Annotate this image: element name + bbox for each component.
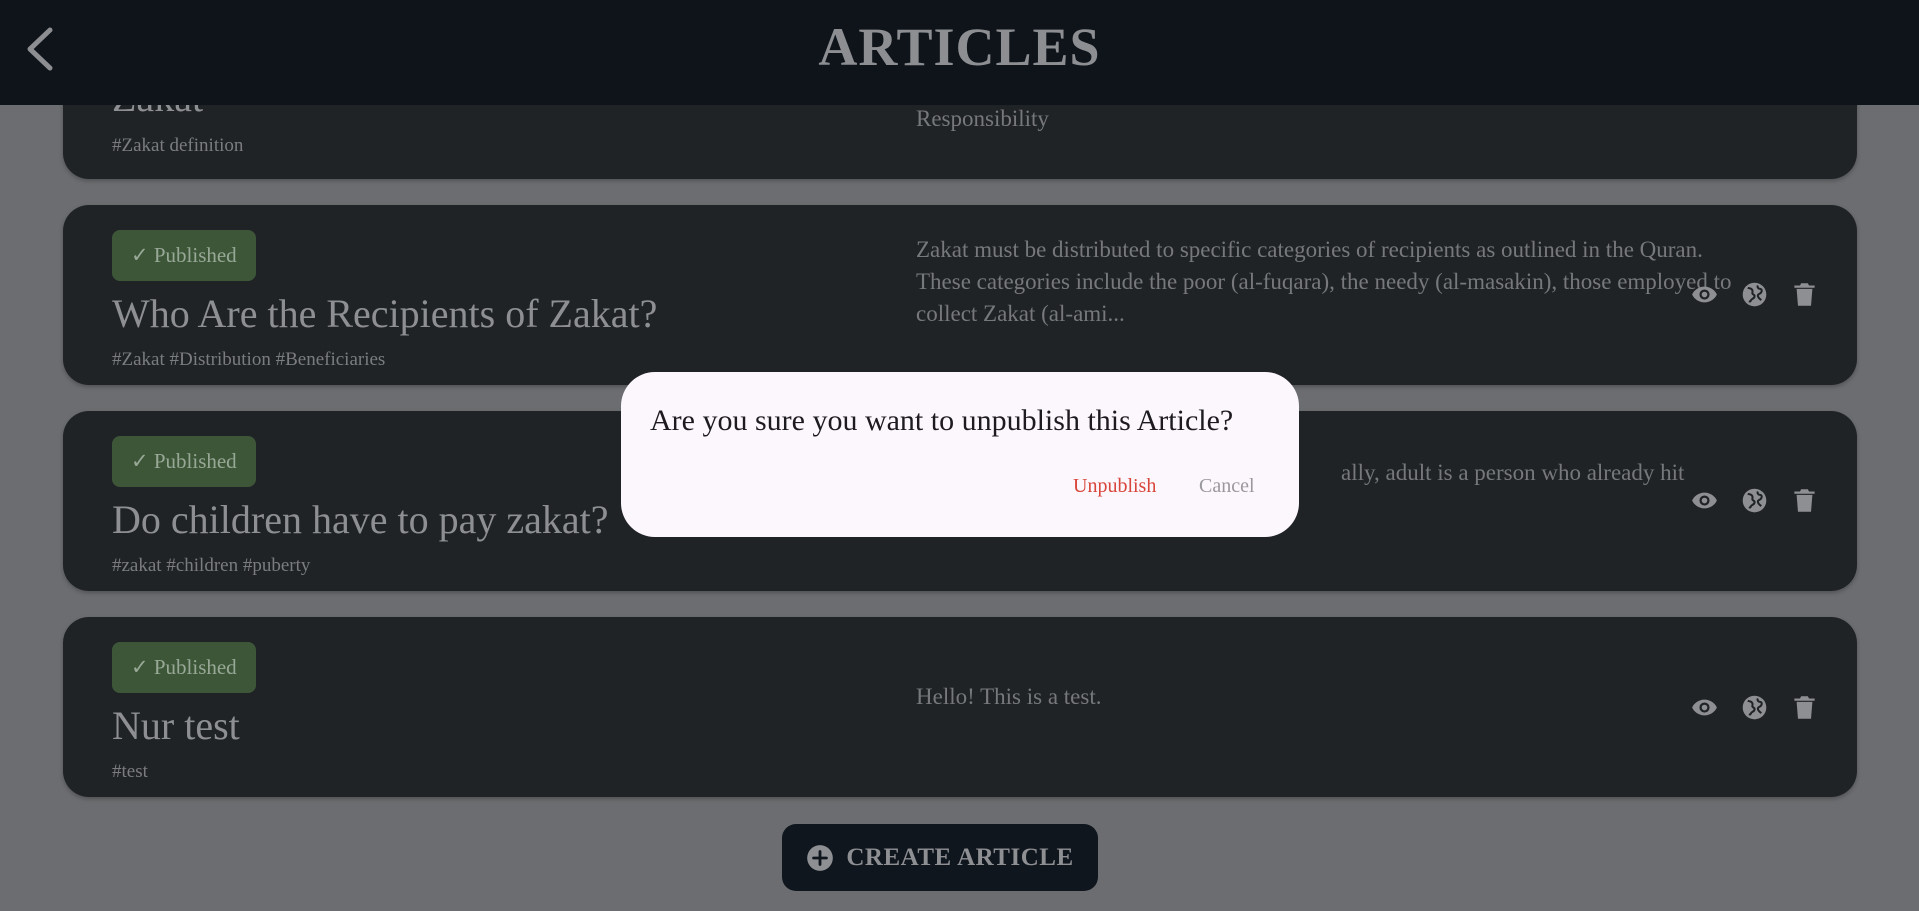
cancel-button[interactable]: Cancel (1199, 475, 1255, 498)
dialog-message: Are you sure you want to unpublish this … (650, 404, 1234, 437)
unpublish-dialog: Are you sure you want to unpublish this … (621, 372, 1299, 537)
modal-scrim[interactable]: Are you sure you want to unpublish this … (0, 0, 1919, 911)
unpublish-confirm-button[interactable]: Unpublish (1073, 475, 1156, 498)
